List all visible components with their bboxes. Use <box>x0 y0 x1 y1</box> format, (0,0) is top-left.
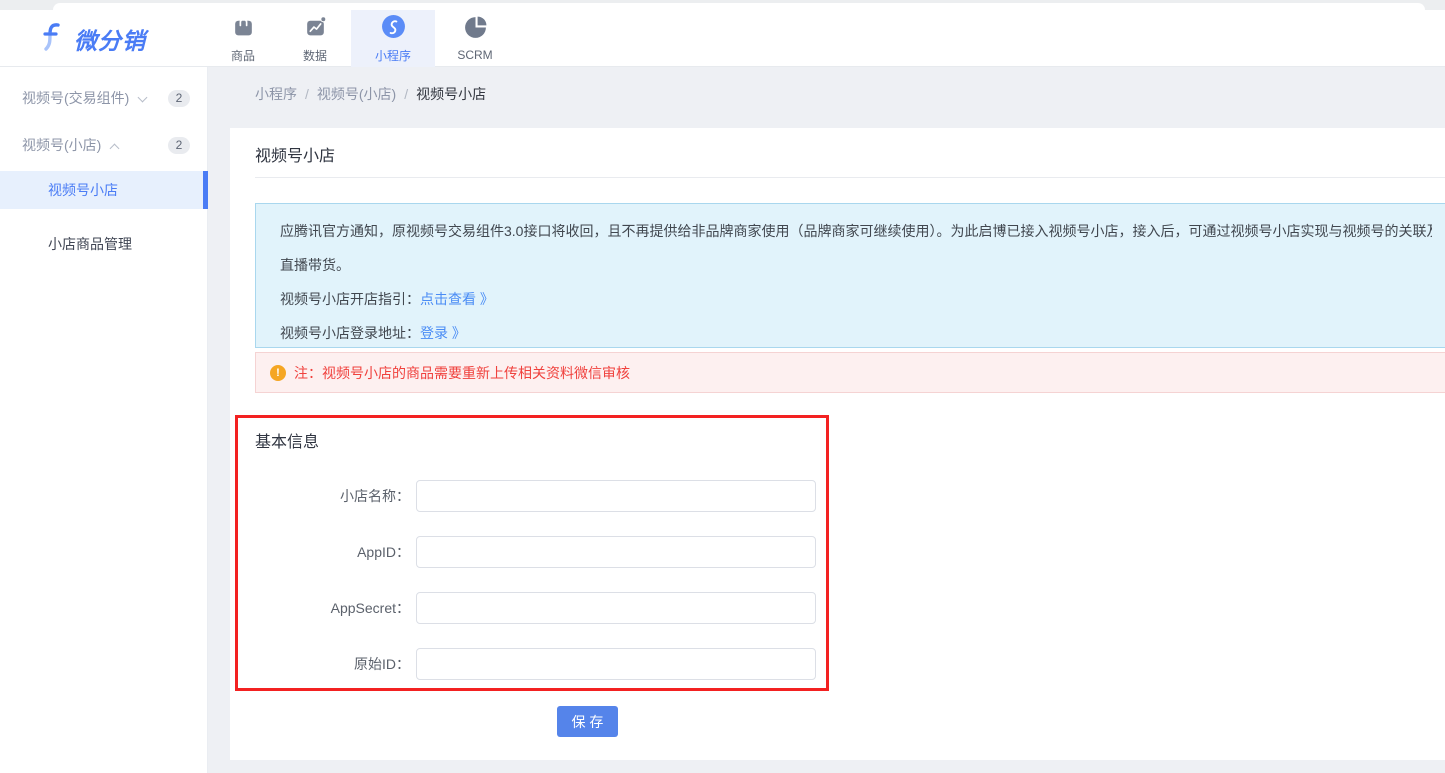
notice-guide-line: 视频号小店开店指引：点击查看 》 <box>280 282 1432 316</box>
sidebar-group-label: 视频号(交易组件) <box>22 90 129 106</box>
divider <box>255 177 1445 178</box>
breadcrumb-separator: / <box>404 86 408 102</box>
nav-item-scrm[interactable]: SCRM <box>443 10 507 67</box>
sidebar: 视频号(交易组件) 2 视频号(小店) 2 视频号小店 小店商品管理 <box>0 67 208 773</box>
form-row-original-id: 原始ID： <box>238 648 826 680</box>
breadcrumb-item[interactable]: 小程序 <box>255 86 297 102</box>
warning-box: ! 注：视频号小店的商品需要重新上传相关资料微信审核 <box>255 352 1445 393</box>
form-row-shop-name: 小店名称： <box>238 480 826 512</box>
sidebar-item-video-shop[interactable]: 视频号小店 <box>0 171 208 209</box>
login-label: 视频号小店登录地址： <box>280 325 420 341</box>
notice-login-line: 视频号小店登录地址：登录 》 <box>280 316 1432 348</box>
breadcrumb-item[interactable]: 视频号(小店) <box>317 86 396 102</box>
breadcrumb-current: 视频号小店 <box>416 86 486 102</box>
sidebar-group-trade-component[interactable]: 视频号(交易组件) 2 <box>0 83 208 113</box>
nav-label: 小程序 <box>375 47 411 64</box>
notice-line-1: 应腾讯官方通知，原视频号交易组件3.0接口将收回，且不再提供给非品牌商家使用（品… <box>280 214 1432 248</box>
sidebar-group-shop[interactable]: 视频号(小店) 2 <box>0 130 208 160</box>
chart-icon <box>303 14 328 44</box>
shop-name-input[interactable] <box>416 480 816 512</box>
logo-text: 微分销 <box>74 22 146 56</box>
chevron-up-icon <box>110 144 120 154</box>
sidebar-item-shop-goods-management[interactable]: 小店商品管理 <box>0 225 208 263</box>
sidebar-item-label: 小店商品管理 <box>48 236 132 252</box>
notice-line-2: 直播带货。 <box>280 248 1432 282</box>
original-id-input[interactable] <box>416 648 816 680</box>
count-badge: 2 <box>168 90 190 107</box>
app-logo[interactable]: 微分销 <box>40 18 146 60</box>
section-title: 基本信息 <box>255 428 319 452</box>
main-pane: 小程序 / 视频号(小店) / 视频号小店 视频号小店 应腾讯官方通知，原视频号交易组件… <box>208 67 1445 773</box>
guide-label: 视频号小店开店指引： <box>280 291 420 307</box>
nav-label: SCRM <box>457 48 492 62</box>
breadcrumb: 小程序 / 视频号(小店) / 视频号小店 <box>255 84 486 104</box>
nav-item-data[interactable]: 数据 <box>283 10 347 67</box>
appid-input[interactable] <box>416 536 816 568</box>
form-row-appsecret: AppSecret： <box>238 592 826 624</box>
form-row-appid: AppID： <box>238 536 826 568</box>
content-card: 视频号小店 应腾讯官方通知，原视频号交易组件3.0接口将收回，且不再提供给非品牌… <box>230 128 1445 760</box>
breadcrumb-separator: / <box>305 86 309 102</box>
browser-address-bar <box>53 3 1425 10</box>
field-label: 原始ID： <box>238 648 410 680</box>
nav-label: 数据 <box>303 47 327 64</box>
notice-box: 应腾讯官方通知，原视频号交易组件3.0接口将收回，且不再提供给非品牌商家使用（品… <box>255 203 1445 348</box>
logo-icon <box>40 21 66 58</box>
field-label: 小店名称： <box>238 480 410 512</box>
appsecret-input[interactable] <box>416 592 816 624</box>
guide-link[interactable]: 点击查看 》 <box>420 291 494 307</box>
nav-item-goods[interactable]: 商品 <box>211 10 275 67</box>
sidebar-item-label: 视频号小店 <box>48 182 118 198</box>
nav-label: 商品 <box>231 47 255 64</box>
bag-icon <box>231 14 256 44</box>
miniprogram-icon <box>381 14 406 44</box>
save-button[interactable]: 保 存 <box>557 706 618 737</box>
nav-item-miniprogram[interactable]: 小程序 <box>351 10 435 67</box>
count-badge: 2 <box>168 137 190 154</box>
page-title: 视频号小店 <box>255 142 335 166</box>
warning-text: 注：视频号小店的商品需要重新上传相关资料微信审核 <box>294 363 630 383</box>
browser-top-strip <box>0 0 1445 10</box>
app-header: 微分销 商品 数据 小程序 <box>0 10 1445 67</box>
field-label: AppID： <box>238 536 410 568</box>
exclamation-icon: ! <box>270 365 286 381</box>
field-label: AppSecret： <box>238 592 410 624</box>
annotation-box: 基本信息 小店名称： AppID： AppSecret： 原始ID： <box>235 415 829 691</box>
chevron-down-icon <box>138 93 148 103</box>
active-indicator-bar <box>203 171 208 209</box>
login-link[interactable]: 登录 》 <box>420 325 466 341</box>
sidebar-group-label: 视频号(小店) <box>22 137 101 153</box>
pie-icon <box>463 15 488 45</box>
